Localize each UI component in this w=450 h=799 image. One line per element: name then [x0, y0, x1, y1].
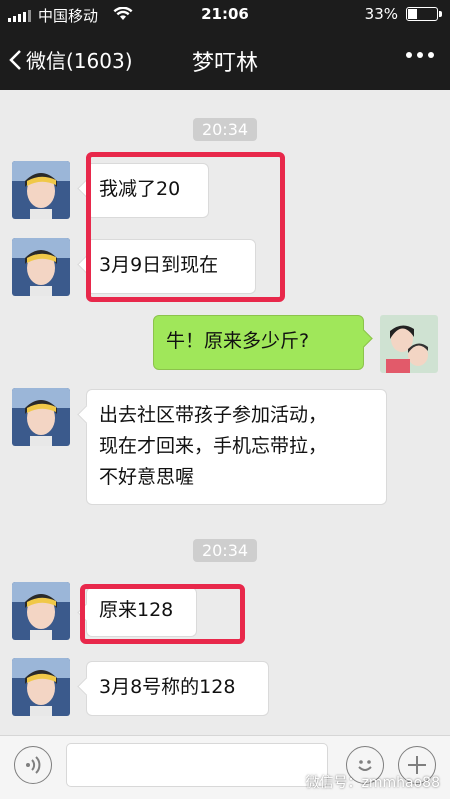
timestamp: 20:34 [0, 539, 450, 562]
highlight-box [86, 152, 285, 302]
timestamp: 20:34 [0, 118, 450, 141]
message-bubble[interactable]: 出去社区带孩子参加活动， 现在才回来，手机忘带拉， 不好意思喔 [86, 389, 387, 505]
chat-title: 梦叮林 [191, 51, 258, 76]
message-bubble[interactable]: 3月8号称的128 [86, 661, 269, 716]
watermark: 微信号：zmmhao88 [305, 775, 440, 791]
contact-avatar[interactable] [12, 658, 70, 716]
voice-icon[interactable] [14, 746, 52, 784]
nav-bar: 微信(1603) 梦叮林 [0, 28, 450, 90]
battery-percent: 33% [364, 5, 398, 23]
self-avatar[interactable] [380, 315, 438, 373]
contact-avatar[interactable] [12, 161, 70, 219]
more-dots-icon[interactable] [406, 52, 434, 58]
highlight-box [80, 584, 245, 644]
contact-avatar[interactable] [12, 388, 70, 446]
status-bar: 中国移动 21:06 33% [0, 0, 450, 28]
contact-avatar[interactable] [12, 582, 70, 640]
chat-area[interactable]: 20:34 我减了20 3月9日到现在 牛！原来多少斤? 出去社区带孩子参加活动… [0, 90, 450, 735]
message-input[interactable] [66, 743, 328, 787]
contact-avatar[interactable] [12, 238, 70, 296]
message-bubble-self[interactable]: 牛！原来多少斤? [153, 315, 364, 370]
battery-icon [406, 7, 442, 21]
